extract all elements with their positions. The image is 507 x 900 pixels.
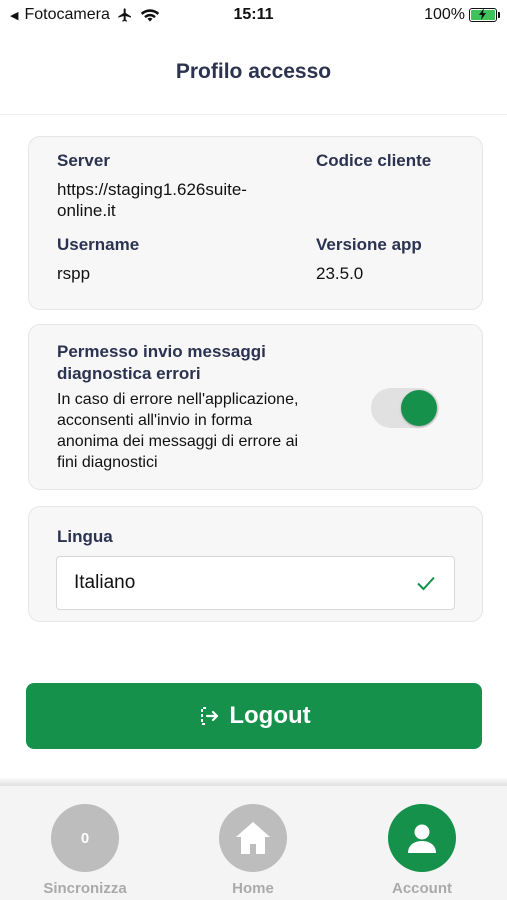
client-code-label: Codice cliente bbox=[316, 151, 432, 170]
tab-account[interactable]: Account bbox=[362, 804, 482, 897]
tab-home[interactable]: Home bbox=[193, 804, 313, 897]
diagnostics-text-line4: fini diagnostici bbox=[57, 454, 158, 471]
server-label: Server bbox=[57, 151, 110, 170]
server-value-line1: https://staging1.626suite- bbox=[57, 180, 247, 199]
battery-percent: 100% bbox=[424, 6, 465, 23]
diagnostics-text-line2: acconsenti all'invio in forma bbox=[57, 412, 253, 429]
logout-icon bbox=[201, 707, 219, 725]
sync-count-badge: 0 bbox=[51, 804, 119, 872]
status-bar: ◀ Fotocamera 15:11 100% bbox=[0, 0, 507, 30]
server-value-line2: online.it bbox=[57, 201, 116, 220]
language-card: Lingua Italiano bbox=[28, 506, 483, 622]
tab-home-label: Home bbox=[232, 880, 274, 897]
check-icon bbox=[417, 576, 435, 591]
account-info-card: Server https://staging1.626suite- online… bbox=[28, 136, 483, 310]
diagnostics-description: In caso di errore nell'applicazione, acc… bbox=[57, 389, 357, 473]
back-app-label: Fotocamera bbox=[24, 6, 110, 23]
battery-icon bbox=[469, 8, 500, 22]
back-arrow-icon: ◀ bbox=[10, 9, 19, 22]
server-field: Server https://staging1.626suite- online… bbox=[57, 151, 297, 221]
diagnostics-text-line1: In caso di errore nell'applicazione, bbox=[57, 391, 299, 408]
home-icon bbox=[219, 804, 287, 872]
diagnostics-title-line2: diagnostica errori bbox=[57, 364, 201, 383]
wifi-icon bbox=[140, 9, 160, 22]
tab-sync-label: Sincronizza bbox=[43, 880, 127, 897]
back-to-app[interactable]: ◀ Fotocamera bbox=[10, 6, 160, 24]
airplane-icon bbox=[118, 8, 131, 22]
header-divider bbox=[0, 114, 507, 115]
username-field: Username rspp bbox=[57, 235, 297, 284]
language-selected-value: Italiano bbox=[74, 572, 136, 593]
status-right: 100% bbox=[424, 6, 500, 24]
language-select[interactable]: Italiano bbox=[56, 556, 455, 610]
server-value: https://staging1.626suite- online.it bbox=[57, 179, 297, 221]
diagnostics-title: Permesso invio messaggi diagnostica erro… bbox=[57, 341, 357, 385]
page-title: Profilo accesso bbox=[175, 60, 332, 83]
logout-button[interactable]: Logout bbox=[26, 683, 482, 749]
version-value: 23.5.0 bbox=[316, 264, 364, 283]
username-label: Username bbox=[57, 235, 140, 254]
diagnostics-title-line1: Permesso invio messaggi bbox=[57, 342, 266, 361]
toggle-knob bbox=[401, 390, 437, 426]
tab-account-label: Account bbox=[392, 880, 452, 897]
tab-bar: 0 Sincronizza Home Account bbox=[0, 786, 507, 900]
version-field: Versione app 23.5.0 bbox=[316, 235, 476, 284]
diagnostics-text-line3: anonima dei messaggi di errore ai bbox=[57, 433, 299, 450]
username-value: rspp bbox=[57, 264, 91, 283]
tabbar-shadow bbox=[0, 778, 507, 786]
logout-label: Logout bbox=[229, 702, 311, 729]
language-label: Lingua bbox=[57, 527, 113, 546]
tab-sync[interactable]: 0 Sincronizza bbox=[25, 804, 145, 897]
client-code-field: Codice cliente bbox=[316, 151, 476, 171]
diagnostics-toggle[interactable] bbox=[371, 388, 439, 428]
diagnostics-card: Permesso invio messaggi diagnostica erro… bbox=[28, 324, 483, 490]
version-label: Versione app bbox=[316, 235, 422, 254]
account-icon bbox=[388, 804, 456, 872]
